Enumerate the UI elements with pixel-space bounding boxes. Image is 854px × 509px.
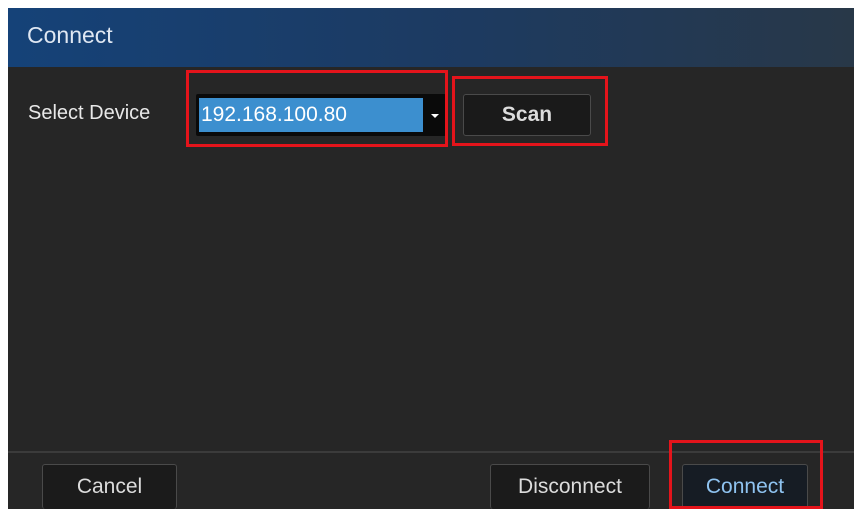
scan-button[interactable]: Scan xyxy=(463,94,591,136)
disconnect-button[interactable]: Disconnect xyxy=(490,464,650,509)
dialog-title: Connect xyxy=(27,22,113,48)
cancel-button[interactable]: Cancel xyxy=(42,464,177,509)
connect-button[interactable]: Connect xyxy=(682,464,808,509)
device-select-value: 192.168.100.80 xyxy=(199,98,423,132)
device-select[interactable]: 192.168.100.80 xyxy=(196,94,446,136)
chevron-down-icon[interactable] xyxy=(431,114,439,118)
footer-divider xyxy=(8,451,854,453)
connect-dialog: Connect Select Device 192.168.100.80 Sca… xyxy=(8,8,854,509)
dialog-titlebar: Connect xyxy=(8,8,854,67)
select-device-label: Select Device xyxy=(28,102,151,124)
